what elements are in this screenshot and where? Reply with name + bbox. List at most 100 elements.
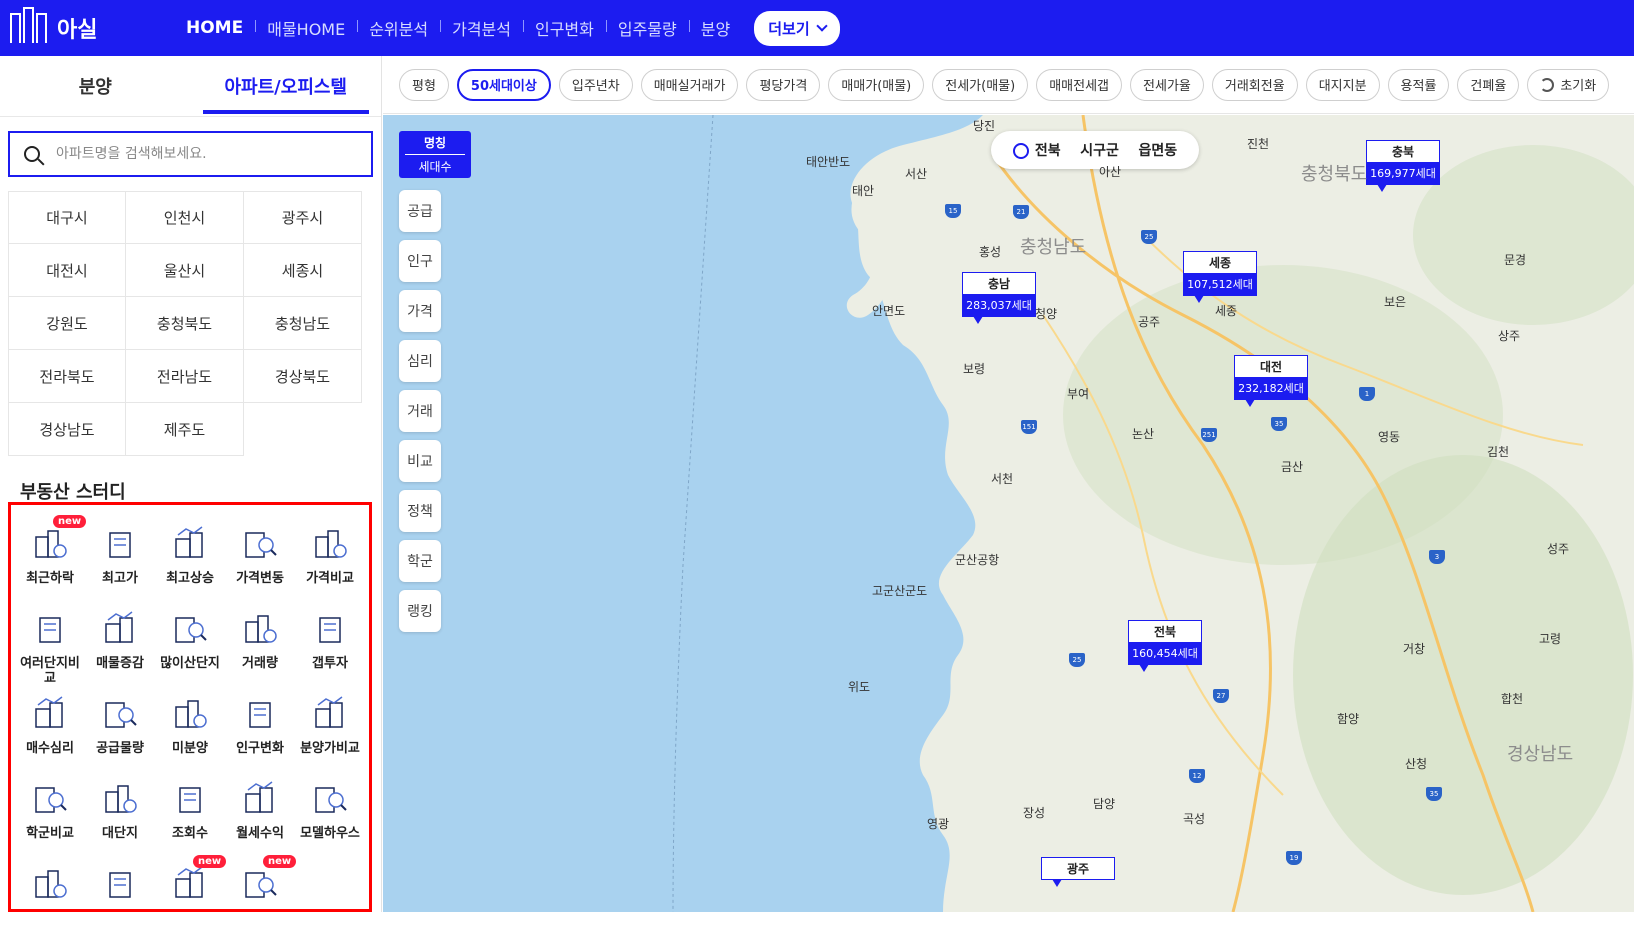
map-layer-button[interactable]: 심리 (399, 340, 441, 382)
locate-icon (1012, 143, 1029, 159)
study-item[interactable]: 인구변화 (225, 685, 295, 770)
filter-chip[interactable]: 50세대이상 (456, 68, 551, 101)
more-button[interactable]: 더보기 (754, 10, 840, 46)
filter-chip[interactable]: 입주년차 (558, 68, 633, 101)
study-item[interactable]: 거래량 (225, 600, 295, 685)
region-button[interactable]: 울산시 (126, 244, 244, 297)
level-current[interactable]: 전북 (1012, 140, 1061, 160)
logo[interactable]: 아실 (10, 7, 150, 44)
study-item[interactable]: 많이산단지 (155, 600, 225, 685)
marker-value: 169,977세대 (1367, 162, 1439, 184)
region-button[interactable]: 충청남도 (244, 297, 362, 350)
map-layer-button[interactable]: 가격 (399, 290, 441, 332)
filter-chip[interactable]: 거래회전율 (1211, 68, 1298, 101)
marker-value: 160,454세대 (1129, 642, 1201, 664)
filter-chip[interactable]: 평형 (399, 68, 449, 101)
map-layer-button[interactable]: 랭킹 (399, 590, 441, 632)
study-item[interactable]: 학군비교 (15, 770, 85, 855)
filter-chip[interactable]: 평당가격 (746, 68, 821, 101)
filter-chip[interactable]: 대지지분 (1305, 68, 1380, 101)
study-item[interactable]: new (225, 855, 297, 940)
new-badge: new (263, 855, 297, 868)
map-layer-button[interactable]: 거래 (399, 390, 441, 432)
region-marker-daejeon[interactable]: 대전 232,182세대 (1234, 355, 1308, 407)
nav-price-analysis[interactable]: 가격분석 (440, 16, 523, 40)
map-layer-button[interactable]: 공급 (399, 190, 441, 232)
region-button[interactable]: 광주시 (244, 191, 362, 244)
region-marker-chungbuk[interactable]: 충북 169,977세대 (1366, 140, 1440, 192)
reset-label: 초기화 (1560, 79, 1597, 94)
region-marker-jeonbuk[interactable]: 전북 160,454세대 (1128, 620, 1202, 672)
study-item[interactable] (85, 855, 155, 940)
study-item[interactable]: 여러단지비교 (15, 600, 85, 686)
study-item[interactable]: 최고가 (85, 515, 155, 600)
region-button[interactable]: 충청북도 (126, 297, 244, 350)
nav-supply[interactable]: 입주물량 (605, 16, 689, 40)
search-box[interactable] (8, 131, 373, 177)
level-town[interactable]: 읍면동 (1139, 140, 1178, 160)
study-item[interactable]: 갭투자 (295, 600, 365, 685)
study-item[interactable]: 최고상승 (155, 515, 225, 600)
study-item[interactable]: 공급물량 (85, 685, 155, 770)
region-button[interactable]: 대구시 (8, 191, 126, 244)
study-item[interactable]: new 최근하락 (15, 515, 87, 600)
map-place-label: 금산 (1281, 460, 1304, 474)
map-place-label: 아산 (1099, 165, 1122, 179)
filter-chip[interactable]: 전세가(매물) (932, 68, 1029, 101)
more-button-label: 더보기 (768, 19, 810, 38)
filter-chip[interactable]: 매매실거래가 (640, 68, 739, 101)
study-item[interactable]: 모델하우스 (295, 770, 365, 855)
filter-chip[interactable]: 용적률 (1387, 68, 1450, 101)
filter-chip[interactable]: 전세가율 (1130, 68, 1204, 101)
search-input[interactable] (56, 146, 336, 162)
study-item[interactable]: 매물증감 (85, 600, 155, 685)
region-button[interactable]: 강원도 (8, 297, 126, 350)
map[interactable]: 명칭 세대수 공급 인구 가격 심리 거래 비교 정책 학군 랭킹 전북 시구군 읍면동 충남 … (383, 115, 1634, 912)
study-item[interactable]: 매수심리 (15, 685, 85, 770)
level-city-county[interactable]: 시구군 (1080, 140, 1119, 160)
nav-listing-home[interactable]: 매물HOME (255, 16, 357, 40)
region-button[interactable]: 전라남도 (126, 350, 244, 403)
study-item[interactable]: 분양가비교 (295, 685, 365, 770)
nav-ranking[interactable]: 순위분석 (357, 16, 440, 40)
map-place-label: 경상남도 (1507, 744, 1574, 765)
study-item-label: 여러단지비교 (20, 656, 80, 686)
region-button[interactable]: 대전시 (8, 244, 126, 297)
reset-filters-button[interactable]: 초기화 (1527, 68, 1610, 101)
nav-home[interactable]: HOME (174, 18, 255, 38)
nav-population[interactable]: 인구변화 (522, 16, 606, 40)
study-item[interactable]: 미분양 (155, 685, 225, 770)
highway-shield-icon: 12 (1189, 769, 1205, 783)
study-item[interactable]: 대단지 (85, 770, 155, 855)
study-section-title: 부동산 스터디 (20, 482, 126, 503)
nav-presale[interactable]: 분양 (688, 16, 742, 40)
filter-chip[interactable]: 건폐율 (1457, 68, 1520, 101)
study-item[interactable] (15, 855, 85, 940)
region-button[interactable]: 경상북도 (244, 350, 362, 403)
filter-chip[interactable]: 매매전세갭 (1036, 68, 1123, 101)
region-marker-sejong[interactable]: 세종 107,512세대 (1183, 251, 1257, 303)
region-button[interactable]: 제주도 (126, 403, 244, 456)
map-place-label: 영동 (1378, 430, 1401, 444)
region-marker-gwangju[interactable]: 광주 (1041, 857, 1115, 887)
filter-bar: 평형 50세대이상 입주년차 매매실거래가 평당가격 매매가(매물) 전세가(매물) 매매전세… (383, 56, 1634, 114)
map-layer-button[interactable]: 학군 (399, 540, 441, 582)
legend-name-label: 명칭 (423, 136, 447, 150)
study-item[interactable]: 가격변동 (225, 515, 295, 600)
map-layer-button[interactable]: 정책 (399, 490, 441, 532)
study-item[interactable]: new (155, 855, 227, 940)
region-button[interactable]: 세종시 (244, 244, 362, 297)
map-layer-button[interactable]: 인구 (399, 240, 441, 282)
study-item[interactable]: 월세수익 (225, 770, 295, 855)
study-item[interactable]: 조회수 (155, 770, 225, 855)
tab-apartment-officetel[interactable]: 아파트/오피스텔 (191, 56, 382, 116)
region-marker-chungnam[interactable]: 충남 283,037세대 (962, 272, 1036, 324)
map-layer-button[interactable]: 비교 (399, 440, 441, 482)
study-item[interactable]: 가격비교 (295, 515, 365, 600)
tab-presale[interactable]: 분양 (0, 56, 191, 116)
filter-chip[interactable]: 매매가(매물) (828, 68, 925, 101)
region-button[interactable]: 인천시 (126, 191, 244, 244)
region-button[interactable]: 전라북도 (8, 350, 126, 403)
heart-pulse-icon (30, 685, 70, 737)
region-button[interactable]: 경상남도 (8, 403, 126, 456)
